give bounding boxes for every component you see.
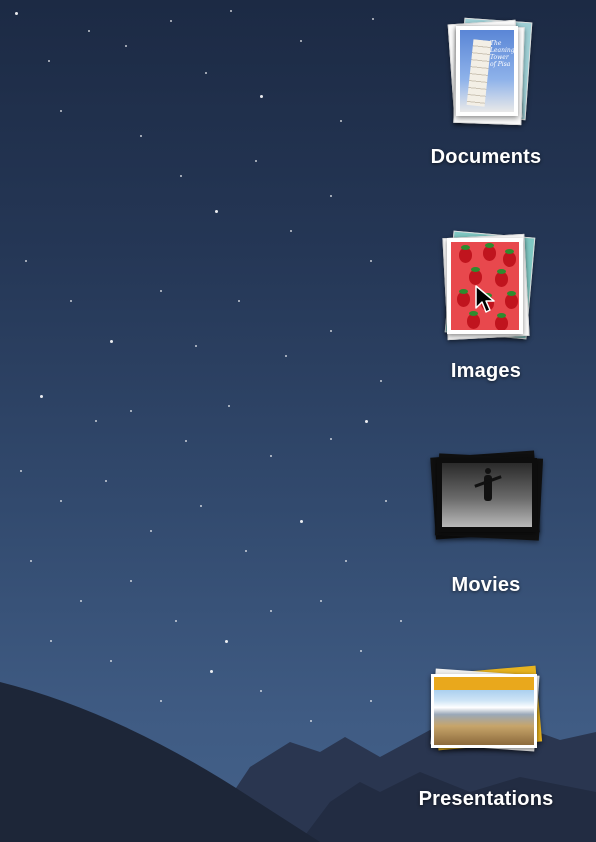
star xyxy=(320,600,322,602)
presentations-stack-icon xyxy=(411,656,561,774)
star xyxy=(160,290,162,292)
star xyxy=(290,230,292,232)
star xyxy=(105,480,107,482)
star xyxy=(245,550,247,552)
star xyxy=(185,440,187,442)
presentation-banner xyxy=(434,677,534,690)
documents-cover-title: The Leaning Tower of Pisa xyxy=(490,40,514,68)
star xyxy=(25,260,27,262)
star xyxy=(130,580,132,582)
star xyxy=(60,500,62,502)
star xyxy=(225,640,228,643)
star xyxy=(110,660,112,662)
star xyxy=(238,300,240,302)
star xyxy=(170,20,172,22)
star xyxy=(340,120,342,122)
star xyxy=(88,30,90,32)
arrow-cursor-icon xyxy=(475,285,495,313)
star xyxy=(330,438,332,440)
star xyxy=(110,340,113,343)
star xyxy=(15,12,18,15)
presentation-slide xyxy=(431,674,537,748)
star xyxy=(125,45,127,47)
star xyxy=(60,110,62,112)
images-label: Images xyxy=(450,360,522,382)
star xyxy=(175,620,177,622)
star xyxy=(330,195,332,197)
star xyxy=(385,500,387,502)
star xyxy=(50,640,52,642)
jumping-person-figure xyxy=(484,468,492,501)
star xyxy=(205,72,207,74)
star xyxy=(330,330,332,332)
star xyxy=(30,560,32,562)
star xyxy=(270,455,272,457)
movie-frame xyxy=(437,458,537,532)
desktop: The Leaning Tower of Pisa Documents Imag… xyxy=(0,0,596,842)
documents-cover: The Leaning Tower of Pisa xyxy=(456,26,518,116)
star xyxy=(380,380,382,382)
star xyxy=(150,530,152,532)
star xyxy=(70,300,72,302)
star xyxy=(215,210,218,213)
star xyxy=(20,470,22,472)
star xyxy=(270,610,272,612)
star xyxy=(300,520,303,523)
movies-label: Movies xyxy=(451,574,521,596)
star xyxy=(95,420,97,422)
star xyxy=(40,395,43,398)
star xyxy=(260,95,263,98)
star xyxy=(370,260,372,262)
presentations-stack[interactable]: Presentations xyxy=(411,656,561,810)
star xyxy=(195,345,197,347)
movies-stack[interactable]: Movies xyxy=(411,442,561,596)
star xyxy=(140,135,142,137)
star xyxy=(80,600,82,602)
star xyxy=(285,355,287,357)
star xyxy=(255,160,257,162)
star xyxy=(210,670,213,673)
star xyxy=(200,505,202,507)
documents-stack-icon: The Leaning Tower of Pisa xyxy=(411,14,561,132)
star xyxy=(180,175,182,177)
star xyxy=(400,620,402,622)
star xyxy=(372,18,374,20)
star xyxy=(230,10,232,12)
star xyxy=(130,410,132,412)
star xyxy=(365,420,368,423)
documents-stack[interactable]: The Leaning Tower of Pisa Documents xyxy=(411,14,561,168)
star xyxy=(48,60,50,62)
star xyxy=(345,560,347,562)
star xyxy=(360,650,362,652)
movies-stack-icon xyxy=(411,442,561,560)
documents-label: Documents xyxy=(430,146,542,168)
star xyxy=(228,405,230,407)
star xyxy=(300,40,302,42)
presentations-label: Presentations xyxy=(418,788,554,810)
